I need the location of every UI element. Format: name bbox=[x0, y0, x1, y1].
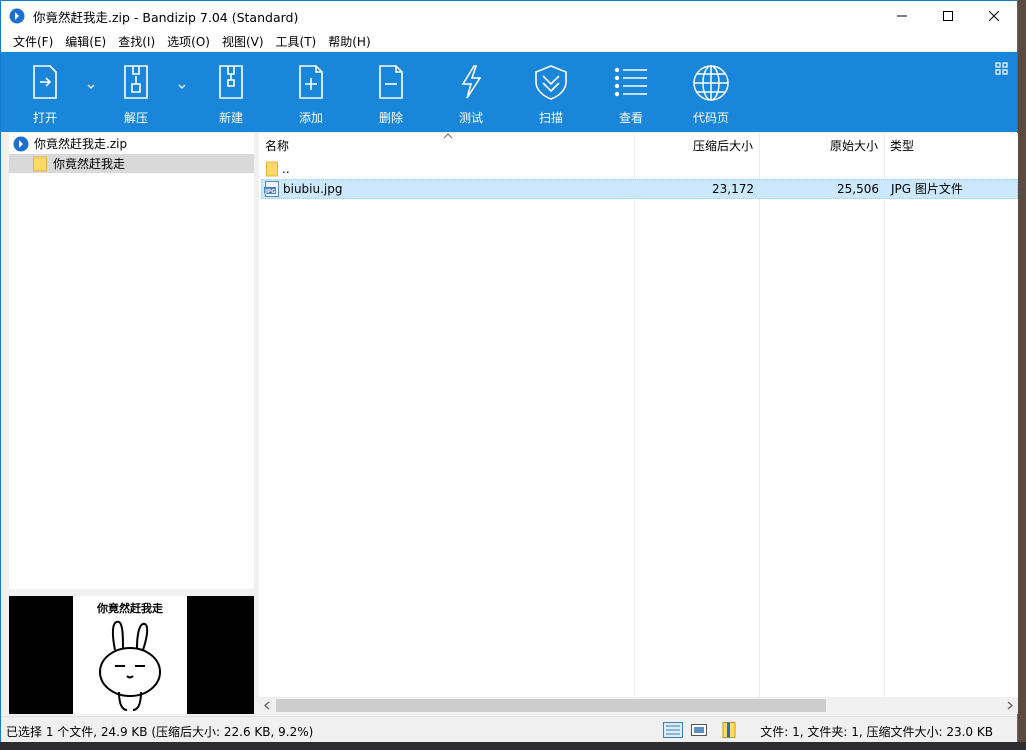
codepage-label: 代码页 bbox=[692, 111, 729, 125]
scan-icon bbox=[535, 65, 567, 100]
column-header-type[interactable]: 类型 bbox=[890, 133, 914, 157]
tree-archive-label: 你竟然赶我走.zip bbox=[34, 137, 128, 151]
view-button[interactable]: 查看 bbox=[591, 52, 671, 132]
file-name: .. bbox=[282, 162, 290, 176]
details-view-icon[interactable] bbox=[663, 722, 683, 738]
scroll-right-icon[interactable] bbox=[1006, 701, 1014, 710]
new-label: 新建 bbox=[218, 111, 243, 125]
codepage-icon bbox=[693, 65, 729, 101]
toolbar: 打开 解压 新建 添加 删除 测试 扫描 查看 代码页 bbox=[1, 52, 1017, 132]
desktop-background bbox=[1018, 0, 1026, 750]
close-icon bbox=[989, 11, 999, 21]
file-type: JPG 图片文件 bbox=[891, 182, 963, 196]
extract-dropdown-icon[interactable] bbox=[175, 80, 189, 94]
jpg-icon: JPG bbox=[264, 181, 279, 197]
extract-button[interactable]: 解压 bbox=[96, 52, 176, 132]
tree-item-folder[interactable]: 你竟然赶我走 bbox=[9, 154, 254, 173]
settings-icon[interactable] bbox=[995, 62, 1009, 76]
table-row[interactable]: JPG biubiu.jpg 23,172 25,506 JPG 图片文件 bbox=[261, 179, 1018, 199]
extract-label: 解压 bbox=[123, 111, 148, 125]
close-button[interactable] bbox=[971, 1, 1017, 31]
minimize-icon bbox=[897, 15, 907, 17]
file-name: biubiu.jpg bbox=[283, 182, 343, 196]
codepage-button[interactable]: 代码页 bbox=[671, 52, 751, 132]
new-archive-button[interactable]: 新建 bbox=[191, 52, 271, 132]
sort-ascending-icon bbox=[443, 133, 453, 139]
table-row[interactable]: .. bbox=[259, 158, 1018, 178]
status-bar: 已选择 1 个文件, 24.9 KB (压缩后大小: 22.6 KB, 9.2%… bbox=[1, 716, 1017, 743]
tree-item-archive[interactable]: 你竟然赶我走.zip bbox=[9, 134, 254, 153]
title-bar: 你竟然赶我走.zip - Bandizip 7.04 (Standard) bbox=[1, 1, 1017, 31]
column-header-name[interactable]: 名称 bbox=[265, 133, 289, 157]
add-icon bbox=[299, 65, 323, 99]
bandizip-window: 你竟然赶我走.zip - Bandizip 7.04 (Standard) 文件… bbox=[0, 0, 1018, 743]
app-icon bbox=[9, 8, 25, 24]
menu-options[interactable]: 选项(O) bbox=[161, 33, 216, 50]
menu-help[interactable]: 帮助(H) bbox=[322, 33, 376, 50]
scan-button[interactable]: 扫描 bbox=[511, 52, 591, 132]
rabbit-drawing bbox=[99, 620, 161, 711]
column-header-packed[interactable]: 压缩后大小 bbox=[635, 133, 753, 157]
tree-folder-label: 你竟然赶我走 bbox=[53, 157, 126, 171]
view-label: 查看 bbox=[618, 111, 643, 125]
test-label: 测试 bbox=[458, 111, 483, 125]
file-list: 名称 压缩后大小 原始大小 类型 .. JPG biubiu.jpg 23,17… bbox=[259, 133, 1018, 714]
menu-view[interactable]: 视图(V) bbox=[216, 33, 270, 50]
scrollbar-thumb[interactable] bbox=[276, 699, 826, 712]
status-archive-info: 文件: 1, 文件夹: 1, 压缩文件大小: 23.0 KB bbox=[760, 725, 993, 739]
file-packed-size: 23,172 bbox=[712, 182, 754, 196]
folder-icon bbox=[33, 156, 47, 171]
open-label: 打开 bbox=[32, 111, 57, 125]
add-button[interactable]: 添加 bbox=[271, 52, 351, 132]
taskbar-edge bbox=[0, 742, 1026, 750]
open-button[interactable]: 打开 bbox=[5, 52, 85, 132]
folder-icon bbox=[266, 161, 278, 177]
svg-text:JPG: JPG bbox=[264, 189, 276, 195]
new-archive-icon bbox=[219, 65, 243, 99]
status-selection: 已选择 1 个文件, 24.9 KB (压缩后大小: 22.6 KB, 9.2%… bbox=[6, 725, 314, 739]
file-original-size: 25,506 bbox=[837, 182, 879, 196]
scroll-left-icon[interactable] bbox=[263, 701, 271, 710]
window-title: 你竟然赶我走.zip - Bandizip 7.04 (Standard) bbox=[33, 9, 299, 25]
delete-label: 删除 bbox=[378, 111, 403, 125]
archive-status-icon bbox=[722, 722, 736, 738]
column-header-original[interactable]: 原始大小 bbox=[760, 133, 878, 157]
menu-tools[interactable]: 工具(T) bbox=[270, 33, 323, 50]
folder-tree: 你竟然赶我走.zip 你竟然赶我走 bbox=[9, 133, 254, 589]
minimize-button[interactable] bbox=[879, 1, 925, 31]
horizontal-scrollbar[interactable] bbox=[259, 697, 1018, 714]
maximize-button[interactable] bbox=[925, 1, 971, 31]
extract-icon bbox=[124, 65, 148, 99]
view-icon bbox=[614, 67, 647, 97]
preview-caption: 你竟然赶我走 bbox=[97, 602, 163, 615]
menu-file[interactable]: 文件(F) bbox=[7, 33, 59, 50]
zip-icon bbox=[13, 136, 29, 151]
delete-button[interactable]: 删除 bbox=[351, 52, 431, 132]
test-button[interactable]: 测试 bbox=[431, 52, 511, 132]
open-icon bbox=[33, 65, 57, 99]
image-preview: 你竟然赶我走 bbox=[9, 596, 254, 714]
add-label: 添加 bbox=[298, 111, 323, 125]
preview-toggle-icon[interactable] bbox=[689, 722, 709, 738]
preview-image: 你竟然赶我走 bbox=[73, 596, 187, 714]
scan-label: 扫描 bbox=[538, 111, 563, 125]
delete-icon bbox=[379, 65, 403, 99]
test-icon bbox=[461, 65, 482, 99]
menu-edit[interactable]: 编辑(E) bbox=[59, 33, 112, 50]
menu-find[interactable]: 查找(I) bbox=[112, 33, 161, 50]
maximize-icon bbox=[943, 11, 953, 21]
menu-bar: 文件(F) 编辑(E) 查找(I) 选项(O) 视图(V) 工具(T) 帮助(H… bbox=[1, 31, 1017, 51]
